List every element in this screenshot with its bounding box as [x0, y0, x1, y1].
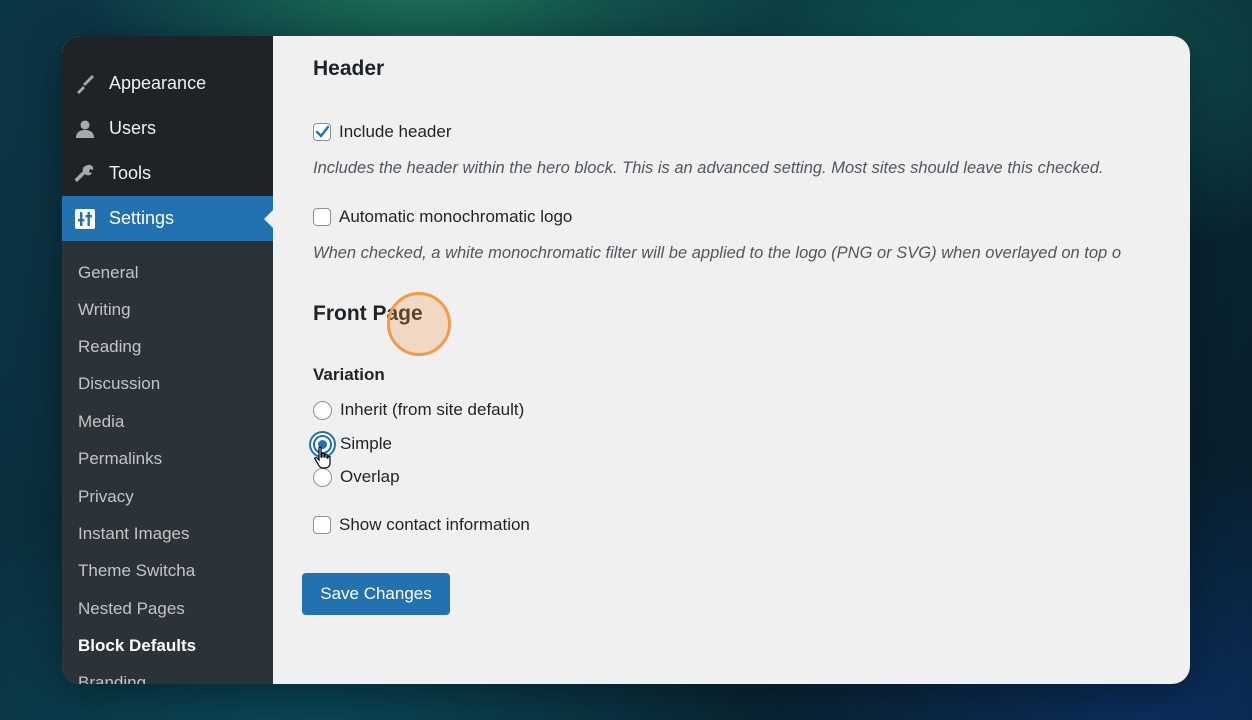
submenu-item-permalinks[interactable]: Permalinks — [78, 449, 162, 469]
active-indicator — [264, 209, 273, 228]
submenu-item-media[interactable]: Media — [78, 412, 124, 432]
variation-option-inherit[interactable]: Inherit (from site default) — [313, 400, 524, 420]
checkmark-icon — [315, 125, 330, 138]
submenu-item-privacy[interactable]: Privacy — [78, 487, 134, 507]
sidebar-item-tools[interactable]: Tools — [62, 151, 273, 196]
variation-label: Variation — [313, 365, 385, 384]
submenu-item-general[interactable]: General — [78, 263, 138, 283]
show-contact-label: Show contact information — [339, 515, 530, 534]
submenu-item-reading[interactable]: Reading — [78, 337, 141, 357]
submenu-item-discussion[interactable]: Discussion — [78, 374, 160, 394]
sidebar-item-label: Appearance — [109, 73, 207, 93]
save-changes-button[interactable]: Save Changes — [302, 573, 450, 615]
header-section-title: Header — [313, 57, 385, 80]
sidebar-item-appearance[interactable]: Appearance — [62, 61, 273, 106]
submenu-item-instant-images[interactable]: Instant Images — [78, 524, 190, 544]
hand-cursor-icon — [314, 446, 334, 475]
variation-radio-inherit[interactable] — [313, 400, 332, 420]
mono-logo-description: When checked, a white monochromatic filt… — [313, 244, 1121, 262]
show-contact-option[interactable]: Show contact information — [313, 515, 530, 535]
settings-submenu: General Writing Reading Discussion Media… — [62, 241, 273, 684]
sidebar-item-users[interactable]: Users — [62, 106, 273, 151]
include-header-option[interactable]: Include header — [313, 122, 451, 142]
submenu-item-branding[interactable]: Branding — [78, 673, 146, 684]
settings-content: Header Include header Includes the heade… — [273, 36, 1190, 684]
user-icon — [73, 117, 97, 141]
settings-icon — [73, 207, 97, 231]
sidebar-item-label: Tools — [109, 163, 152, 183]
paintbrush-icon — [73, 72, 97, 96]
app-window: Appearance Users Tools Settings General … — [62, 36, 1190, 684]
submenu-item-theme-switcha[interactable]: Theme Switcha — [78, 561, 195, 581]
sidebar-item-label: Users — [109, 118, 157, 138]
submenu-item-block-defaults[interactable]: Block Defaults — [78, 636, 196, 656]
include-header-label: Include header — [339, 122, 452, 141]
click-highlight — [387, 292, 451, 356]
include-header-checkbox[interactable] — [313, 123, 331, 141]
include-header-description: Includes the header within the hero bloc… — [313, 159, 1104, 177]
sidebar-item-label: Settings — [109, 208, 175, 228]
mono-logo-label: Automatic monochromatic logo — [339, 207, 573, 226]
submenu-item-nested-pages[interactable]: Nested Pages — [78, 599, 185, 619]
admin-sidebar: Appearance Users Tools Settings General … — [62, 36, 273, 684]
mono-logo-checkbox[interactable] — [313, 208, 331, 226]
variation-option-label: Simple — [340, 434, 392, 453]
wrench-icon — [73, 162, 97, 186]
variation-option-label: Inherit (from site default) — [340, 400, 525, 419]
variation-option-label: Overlap — [340, 467, 400, 486]
mono-logo-option[interactable]: Automatic monochromatic logo — [313, 207, 572, 227]
show-contact-checkbox[interactable] — [313, 516, 331, 534]
submenu-item-writing[interactable]: Writing — [78, 300, 131, 320]
sidebar-item-settings[interactable]: Settings — [62, 196, 273, 241]
